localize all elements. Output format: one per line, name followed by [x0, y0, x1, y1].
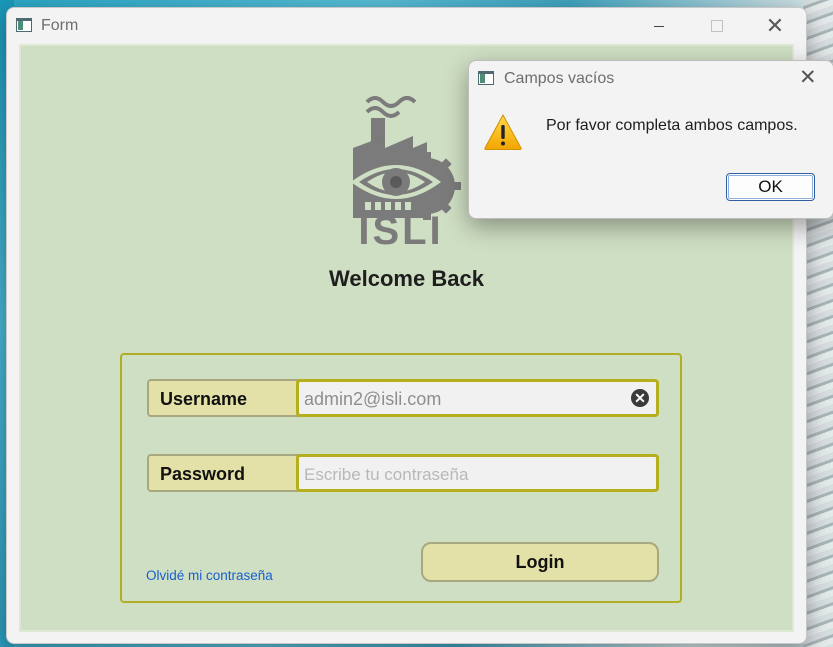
username-value: admin2@isli.com [304, 389, 442, 409]
ok-button[interactable]: OK [726, 173, 815, 201]
clear-username-icon[interactable]: ✕ [631, 389, 649, 407]
isli-logo: ISLI [351, 96, 461, 246]
welcome-heading: Welcome Back [329, 266, 484, 291]
dialog-title: Campos vacíos [504, 70, 615, 87]
empty-fields-dialog: Campos vacíos ✕ Por favor completa ambos… [468, 60, 833, 219]
maximize-icon [711, 20, 723, 32]
close-icon: ✕ [765, 13, 785, 38]
login-panel: Username admin2@isli.com ✕ Password Escr… [120, 353, 682, 603]
title-bar[interactable]: Form ✕ [7, 8, 806, 44]
close-icon: ✕ [799, 66, 817, 89]
minimize-icon [654, 25, 664, 27]
warning-icon [484, 113, 522, 150]
maximize-button[interactable] [688, 8, 746, 44]
forgot-password-link[interactable]: Olvidé mi contraseña [146, 568, 273, 583]
username-input[interactable]: admin2@isli.com ✕ [296, 379, 659, 417]
app-icon [16, 18, 32, 32]
logo-text: ISLI [358, 209, 443, 246]
password-placeholder: Escribe tu contraseña [304, 465, 469, 484]
dialog-close-button[interactable]: ✕ [799, 65, 817, 90]
dialog-message: Por favor completa ambos campos. [546, 117, 798, 134]
window-title: Form [41, 17, 79, 34]
login-button[interactable]: Login [421, 542, 659, 582]
dialog-app-icon [478, 71, 494, 85]
password-label: Password [147, 454, 307, 492]
minimize-button[interactable] [630, 8, 688, 44]
username-label: Username [147, 379, 307, 417]
close-button[interactable]: ✕ [746, 8, 804, 44]
password-input[interactable]: Escribe tu contraseña [296, 454, 659, 492]
